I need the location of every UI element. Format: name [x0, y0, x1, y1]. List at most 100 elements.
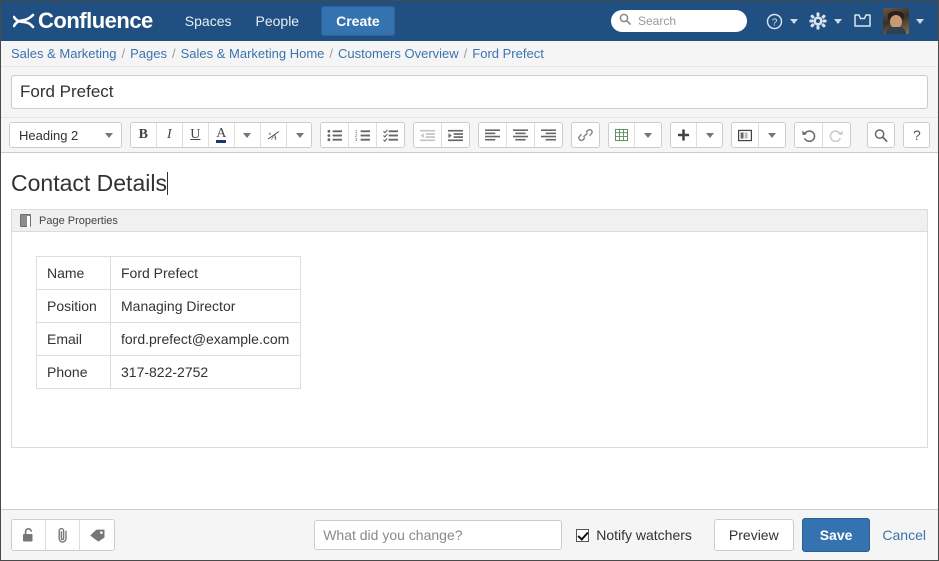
editor-toolbar: Heading 2 B I U A a A 1 2 3 ? [1, 117, 938, 153]
table-row[interactable]: Phone 317-822-2752 [36, 355, 301, 389]
preview-button[interactable]: Preview [713, 519, 794, 551]
content-heading-text: Contact Details [11, 170, 167, 196]
clear-formatting-icon: a A [267, 131, 280, 141]
save-button[interactable]: Save [801, 518, 871, 552]
find-replace-group [866, 122, 895, 148]
table-cell-value[interactable]: ford.prefect@example.com [110, 322, 301, 356]
align-right-button[interactable] [534, 123, 562, 147]
chevron-down-icon [104, 132, 113, 138]
italic-button[interactable]: I [156, 123, 183, 147]
inbox-icon[interactable] [850, 11, 875, 31]
change-comment-input[interactable] [314, 520, 563, 550]
editor-content-area[interactable]: Contact Details Page Properties Name For… [1, 156, 938, 509]
find-replace-button[interactable] [867, 123, 894, 147]
breadcrumb-separator: / [463, 46, 468, 61]
link-button[interactable] [571, 123, 599, 147]
svg-text:?: ? [772, 17, 778, 28]
table-row[interactable]: Position Managing Director [36, 289, 301, 323]
nav-item-spaces[interactable]: Spaces [175, 7, 242, 35]
table-chevron-down-icon[interactable] [634, 123, 661, 147]
undo-button[interactable] [794, 123, 823, 147]
page-title-area [1, 67, 938, 117]
insert-chevron-down-icon[interactable] [696, 123, 722, 147]
bullet-list-button[interactable] [321, 123, 350, 147]
numbered-list-button[interactable]: 1 2 3 [349, 123, 378, 147]
align-right-icon [540, 129, 556, 141]
breadcrumb-item-current[interactable]: Ford Prefect [472, 46, 544, 61]
align-center-icon [512, 129, 528, 141]
gear-icon[interactable] [806, 10, 830, 32]
search-input[interactable] [636, 13, 739, 29]
breadcrumb: Sales & Marketing / Pages / Sales & Mark… [1, 41, 938, 67]
help-button[interactable]: ? [903, 123, 929, 147]
table-cell-value[interactable]: 317-822-2752 [110, 355, 301, 389]
attachments-button[interactable] [46, 520, 80, 550]
breadcrumb-separator: / [172, 46, 176, 61]
insert-button[interactable] [670, 123, 697, 147]
underline-button[interactable]: U [182, 123, 209, 147]
confluence-logo[interactable]: Confluence [12, 10, 153, 32]
table-cell-value[interactable]: Ford Prefect [110, 256, 301, 290]
undo-icon [802, 130, 816, 142]
page-title-input[interactable] [11, 75, 928, 109]
page-properties-icon [20, 214, 31, 227]
outdent-button [413, 123, 442, 147]
bold-button[interactable]: B [130, 123, 157, 147]
table-cell-value[interactable]: Managing Director [110, 289, 301, 323]
breadcrumb-separator: / [121, 46, 126, 61]
clear-formatting-chevron-down-icon[interactable] [286, 123, 312, 147]
app-header: Confluence Spaces People Create ? [1, 1, 938, 41]
help-question-icon: ? [913, 127, 921, 143]
table-row[interactable]: Name Ford Prefect [36, 256, 301, 290]
table-row[interactable]: Email ford.prefect@example.com [36, 322, 301, 356]
breadcrumb-item-home[interactable]: Sales & Marketing Home [181, 46, 325, 61]
insert-group [669, 122, 723, 148]
profile-chevron-down-icon[interactable] [916, 18, 924, 24]
breadcrumb-item-space[interactable]: Sales & Marketing [11, 46, 117, 61]
table-button[interactable] [608, 123, 635, 147]
plus-icon [677, 129, 689, 141]
nav-item-people[interactable]: People [246, 7, 310, 35]
list-group: 1 2 3 [320, 122, 405, 148]
text-color-chevron-down-icon[interactable] [234, 123, 261, 147]
page-layout-button[interactable] [731, 123, 759, 147]
page-layout-chevron-down-icon[interactable] [758, 123, 785, 147]
notify-watchers-label: Notify watchers [596, 527, 692, 543]
cancel-link[interactable]: Cancel [882, 527, 926, 543]
indent-group [412, 122, 470, 148]
macro-title: Page Properties [39, 214, 118, 227]
macro-body[interactable]: Name Ford Prefect Position Managing Dire… [12, 232, 927, 447]
link-icon [578, 128, 593, 142]
table-cell-key[interactable]: Position [36, 289, 111, 323]
align-left-button[interactable] [478, 123, 507, 147]
link-group [570, 122, 600, 148]
outdent-icon [419, 129, 435, 141]
breadcrumb-item-customers-overview[interactable]: Customers Overview [338, 46, 459, 61]
settings-chevron-down-icon[interactable] [834, 18, 842, 24]
table-cell-key[interactable]: Phone [36, 355, 111, 389]
create-button[interactable]: Create [321, 6, 395, 36]
breadcrumb-item-pages[interactable]: Pages [130, 46, 167, 61]
indent-button[interactable] [441, 123, 469, 147]
search-box[interactable] [611, 10, 747, 32]
page-properties-macro[interactable]: Page Properties Name Ford Prefect Positi… [11, 209, 928, 448]
text-format-group: B I U A a A [129, 122, 313, 148]
clear-formatting-button[interactable]: a A [260, 123, 287, 147]
notify-watchers-toggle[interactable]: Notify watchers [576, 527, 692, 543]
labels-button[interactable] [80, 520, 114, 550]
search-icon [619, 12, 631, 30]
table-cell-key[interactable]: Email [36, 322, 111, 356]
align-center-button[interactable] [506, 123, 535, 147]
paragraph-style-select[interactable]: Heading 2 [10, 123, 121, 147]
avatar[interactable] [883, 8, 909, 34]
notify-watchers-checkbox[interactable] [576, 528, 590, 542]
table-cell-key[interactable]: Name [36, 256, 111, 290]
tag-icon [89, 529, 104, 542]
redo-button [822, 123, 850, 147]
restrictions-button[interactable] [12, 520, 46, 550]
task-list-button[interactable] [377, 123, 404, 147]
help-chevron-down-icon[interactable] [790, 18, 798, 24]
help-circle-icon[interactable]: ? [763, 11, 786, 32]
properties-table[interactable]: Name Ford Prefect Position Managing Dire… [36, 256, 301, 389]
text-color-button[interactable]: A [208, 123, 235, 147]
